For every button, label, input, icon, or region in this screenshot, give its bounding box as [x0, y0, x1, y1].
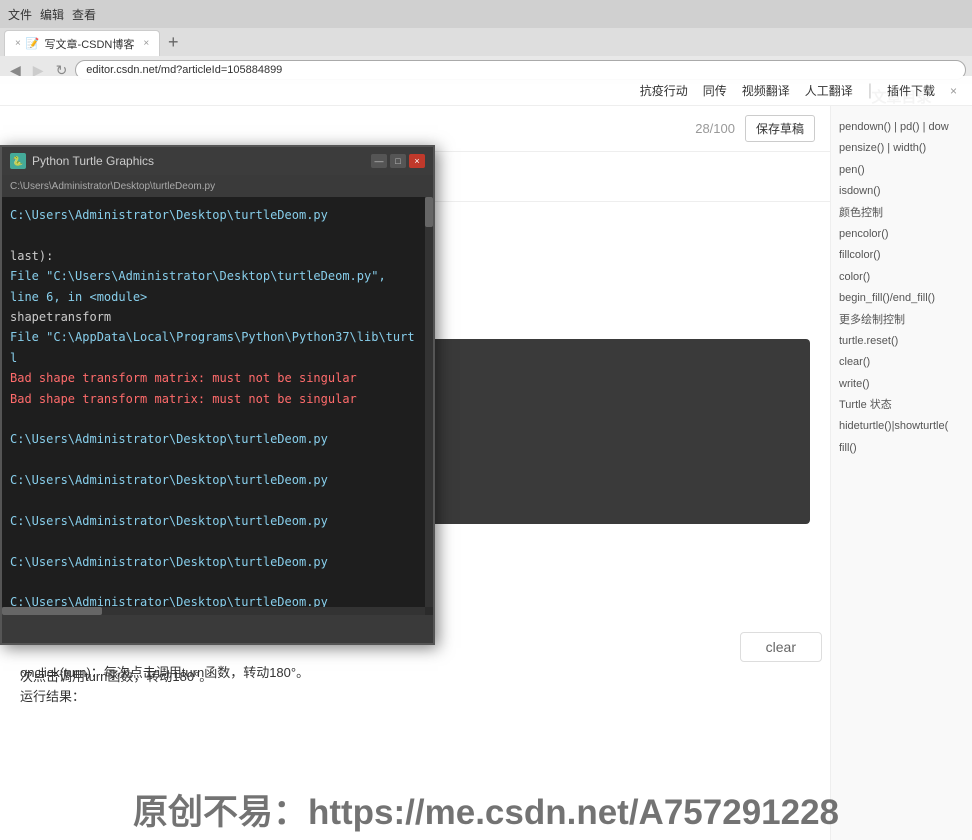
- toc-item-8[interactable]: color(): [839, 267, 964, 288]
- active-tab[interactable]: × 📝 写文章-CSDN博客 ×: [4, 30, 160, 56]
- toc-item-15[interactable]: hideturtle()|showturtle(: [839, 416, 964, 437]
- toc-item-14[interactable]: Turtle 状态: [839, 395, 964, 416]
- output-line-6: Bad shape transform matrix: must not be …: [10, 368, 417, 388]
- turtle-path-bar: C:\Users\Administrator\Desktop\turtleDeo…: [2, 175, 433, 197]
- turtle-hscrollbar[interactable]: [2, 607, 425, 615]
- toc-item-12[interactable]: clear(): [839, 352, 964, 373]
- output-line-1: C:\Users\Administrator\Desktop\turtleDeo…: [10, 205, 417, 225]
- output-line-4: shapetransform: [10, 307, 417, 327]
- close-btn[interactable]: ×: [409, 154, 425, 168]
- toc-item-7[interactable]: fillcolor(): [839, 245, 964, 266]
- new-tab-btn[interactable]: +: [162, 31, 184, 53]
- restore-btn[interactable]: □: [390, 154, 406, 168]
- turtle-window-controls: — □ ×: [371, 154, 425, 168]
- output-line-2: last):: [10, 246, 417, 266]
- toc-item-11[interactable]: turtle.reset(): [839, 331, 964, 352]
- turtle-titlebar: 🐍 Python Turtle Graphics — □ ×: [2, 147, 433, 175]
- output-line-blank3: [10, 450, 417, 470]
- output-line-9: C:\Users\Administrator\Desktop\turtleDeo…: [10, 470, 417, 490]
- turtle-title-icon: 🐍: [10, 153, 26, 169]
- clear-button-container: clear: [740, 632, 822, 662]
- browser-menu-file[interactable]: 文件: [8, 6, 32, 23]
- word-count: 28/100: [695, 121, 735, 136]
- turtle-vscroll-thumb[interactable]: [425, 197, 433, 227]
- table-of-contents: 文章目录 pendown() | pd() | dow pensize() | …: [830, 76, 972, 840]
- turtle-window: 🐍 Python Turtle Graphics — □ × C:\Users\…: [0, 145, 435, 645]
- turtle-statusbar: [2, 615, 433, 643]
- toc-item-4[interactable]: isdown(): [839, 181, 964, 202]
- output-line-5: File "C:\AppData\Local\Programs\Python\P…: [10, 327, 417, 368]
- output-line-8: C:\Users\Administrator\Desktop\turtleDeo…: [10, 429, 417, 449]
- browser-chrome: 文件 编辑 查看 × 📝 写文章-CSDN博客 × + ◀ ▶ ↻ editor…: [0, 0, 972, 76]
- menu-video-translate[interactable]: 视频翻译: [742, 82, 790, 99]
- output-line-blank6: [10, 572, 417, 592]
- toc-item-16[interactable]: fill(): [839, 438, 964, 459]
- divider: |: [868, 82, 872, 100]
- result-label: 运行结果：: [20, 686, 810, 705]
- browser-menu-edit[interactable]: 编辑: [40, 6, 64, 23]
- turtle-hscroll-thumb[interactable]: [2, 607, 102, 615]
- turtle-path: C:\Users\Administrator\Desktop\turtleDeo…: [10, 181, 215, 192]
- output-line-10: C:\Users\Administrator\Desktop\turtleDeo…: [10, 511, 417, 531]
- menu-plugin[interactable]: 插件下载: [887, 82, 935, 99]
- menu-tongchuan[interactable]: 同传: [703, 82, 727, 99]
- output-line-7: Bad shape transform matrix: must not be …: [10, 389, 417, 409]
- output-line-blank4: [10, 490, 417, 510]
- output-line-blank2: [10, 409, 417, 429]
- turtle-window-title: Python Turtle Graphics: [32, 154, 365, 168]
- minimize-btn[interactable]: —: [371, 154, 387, 168]
- output-line-11: C:\Users\Administrator\Desktop\turtleDeo…: [10, 552, 417, 572]
- tab-bar: × 📝 写文章-CSDN博客 × +: [0, 28, 972, 56]
- toc-item-6[interactable]: pencolor(): [839, 224, 964, 245]
- title-bar: 文件 编辑 查看: [0, 0, 972, 28]
- tab-close-btn[interactable]: ×: [143, 38, 149, 49]
- toc-item-10[interactable]: 更多绘制控制: [839, 310, 964, 331]
- toc-item-1[interactable]: pendown() | pd() | dow: [839, 117, 964, 138]
- toc-item-13[interactable]: write(): [839, 374, 964, 395]
- browser-menu-view[interactable]: 查看: [72, 6, 96, 23]
- clear-btn[interactable]: clear: [740, 632, 822, 662]
- output-line-blank1: [10, 225, 417, 245]
- tab-title: 写文章-CSDN博客: [45, 36, 135, 52]
- menu-human-translate[interactable]: 人工翻译: [805, 82, 853, 99]
- turtle-console[interactable]: C:\Users\Administrator\Desktop\turtleDeo…: [2, 197, 425, 615]
- toc-item-3[interactable]: pen(): [839, 160, 964, 181]
- csdn-top-toolbar: 抗疫行动 同传 视频翻译 人工翻译 | 插件下载 ×: [0, 76, 972, 106]
- toc-item-2[interactable]: pensize() | width(): [839, 138, 964, 159]
- toc-item-9[interactable]: begin_fill()/end_fill(): [839, 288, 964, 309]
- menu-kangyi[interactable]: 抗疫行动: [640, 82, 688, 99]
- tab-close-x[interactable]: ×: [15, 38, 21, 49]
- output-line-3: File "C:\Users\Administrator\Desktop\tur…: [10, 266, 417, 307]
- output-line-blank5: [10, 531, 417, 551]
- top-close-btn[interactable]: ×: [950, 84, 957, 98]
- tab-favicon: 📝: [26, 37, 40, 50]
- turtle-vscrollbar[interactable]: [425, 197, 433, 607]
- toc-item-5[interactable]: 颜色控制: [839, 203, 964, 224]
- save-draft-btn[interactable]: 保存草稿: [745, 115, 815, 142]
- bottom-left-text: 次点击调用turn函数，转动180°。: [20, 666, 212, 685]
